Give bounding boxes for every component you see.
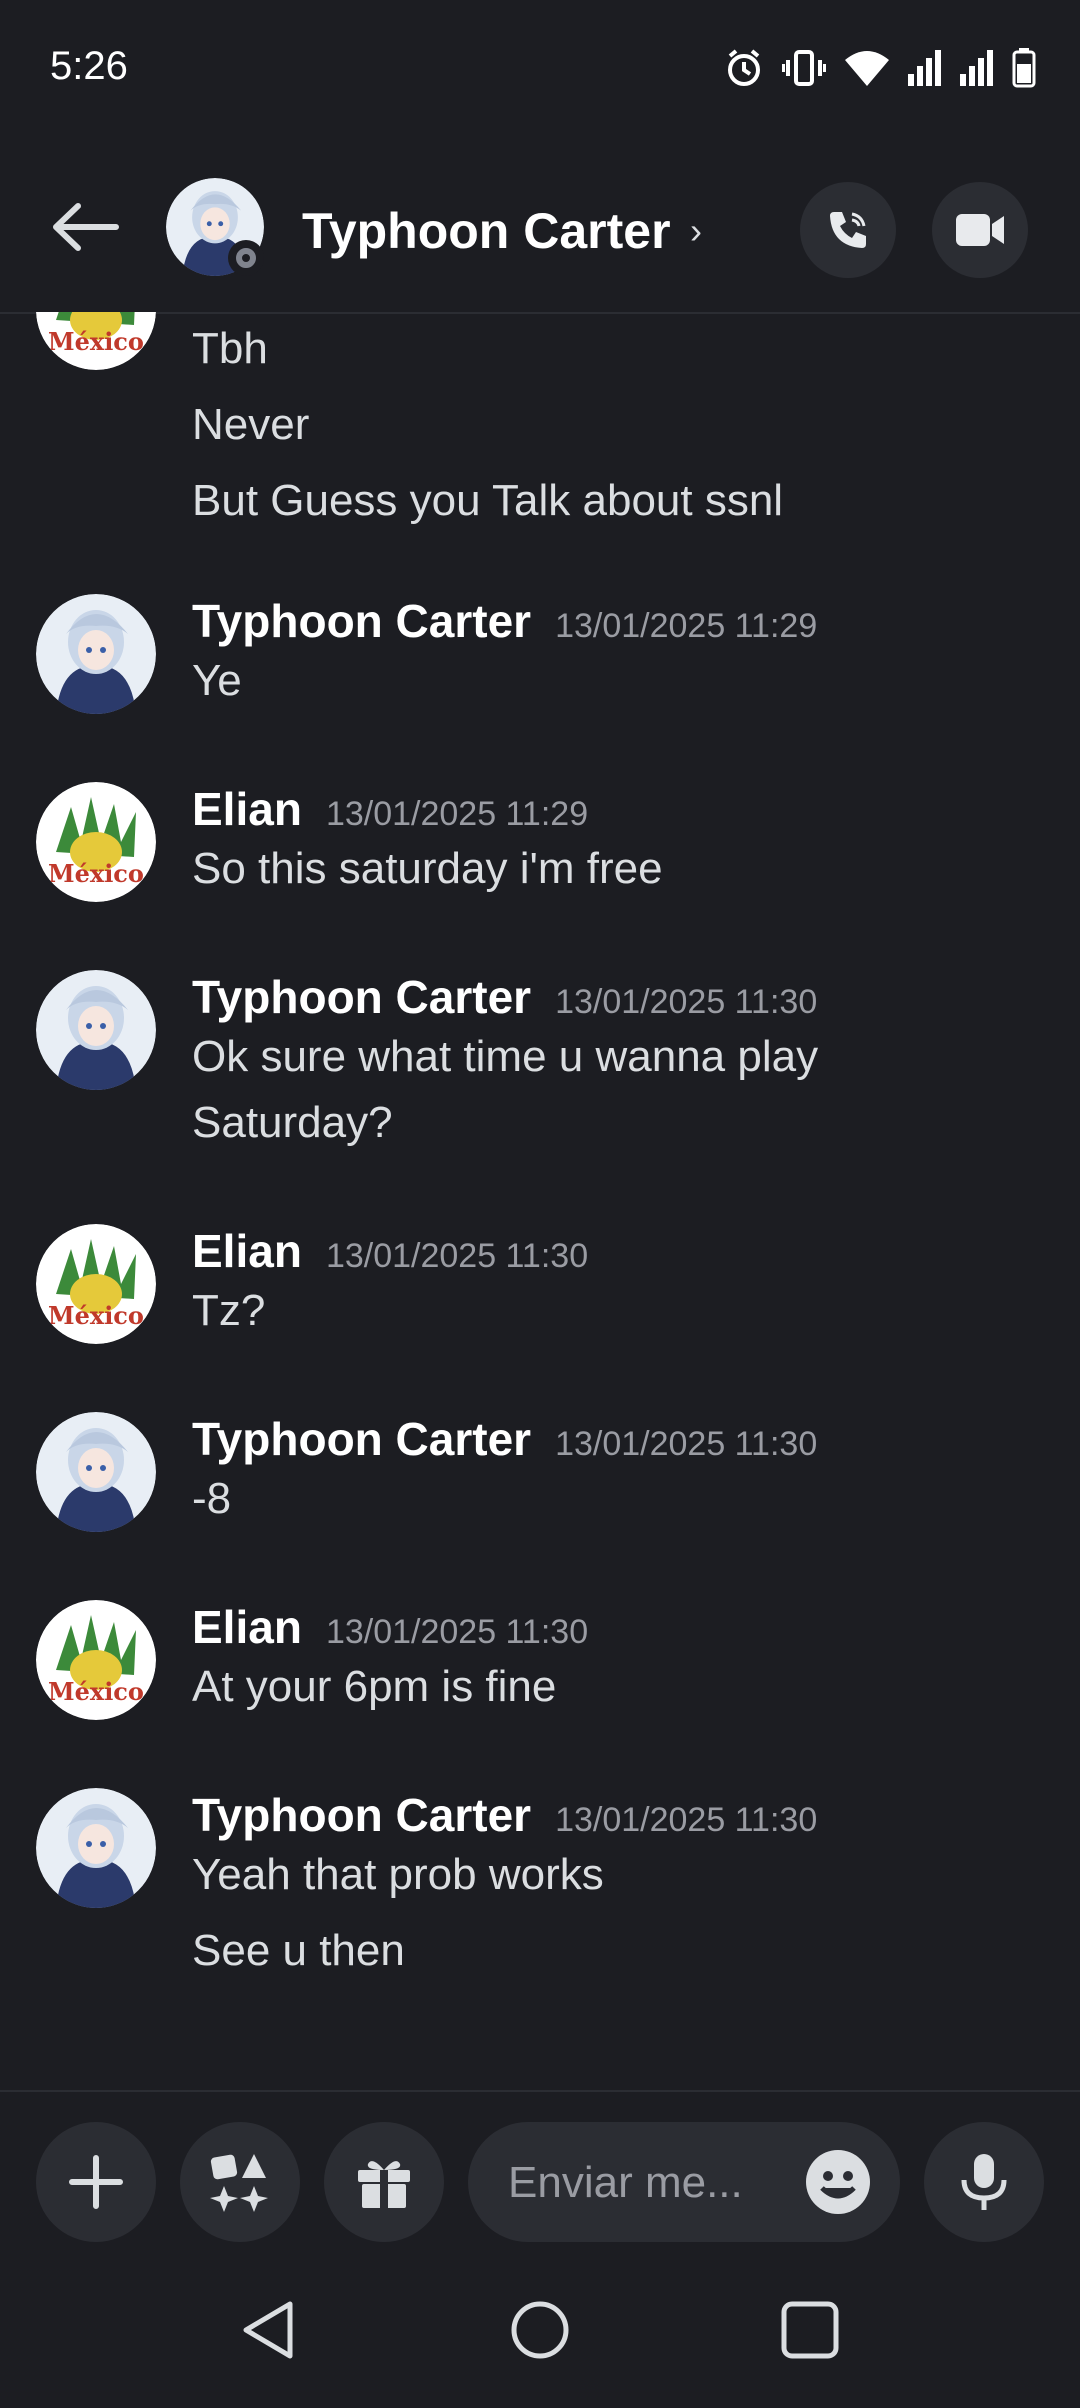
smiley-icon — [820, 2171, 856, 2199]
apps-button[interactable] — [180, 2122, 300, 2242]
wifi-icon — [845, 51, 889, 86]
message-timestamp: 13/01/2025 11:30 — [325, 1237, 589, 1275]
avatar[interactable] — [36, 1412, 156, 1532]
svg-text:México: México — [48, 1301, 144, 1330]
message-text: Yeah that prob works — [192, 1850, 604, 1899]
back-arrow-icon[interactable] — [50, 202, 120, 252]
mexico-avatar-image: México — [36, 312, 156, 370]
anime-avatar-image — [36, 1412, 156, 1532]
mexico-avatar-image: México — [36, 1600, 156, 1720]
message-timestamp: 13/01/2025 11:30 — [555, 983, 818, 1021]
message-author[interactable]: Typhoon Carter 13/01/2025 11:30 — [192, 1412, 817, 1466]
avatar[interactable]: México — [36, 312, 156, 370]
status-bar: 5:26 — [0, 0, 1080, 140]
svg-text:México: México — [48, 1677, 144, 1706]
mexico-avatar-image: México — [36, 1224, 156, 1344]
message-input-placeholder: Enviar me... — [508, 2158, 743, 2207]
avatar[interactable] — [36, 594, 156, 714]
anime-avatar-image — [36, 1788, 156, 1908]
chevron-right-icon[interactable]: › — [690, 210, 702, 252]
message-timestamp: 13/01/2025 11:30 — [325, 1613, 589, 1651]
message-input[interactable]: Enviar me... — [468, 2122, 900, 2242]
svg-text:México: México — [48, 859, 144, 888]
avatar[interactable]: México — [36, 782, 156, 902]
avatar[interactable]: México — [36, 1224, 156, 1344]
message-text: See u then — [192, 1926, 405, 1975]
gift-button[interactable] — [324, 2122, 444, 2242]
plus-icon — [69, 2155, 123, 2209]
message-text: But Guess you Talk about ssnl — [192, 476, 784, 525]
signal-icon-2 — [960, 50, 993, 86]
video-camera-icon — [956, 214, 1004, 246]
emoji-button[interactable] — [806, 2150, 870, 2214]
status-time: 5:26 — [50, 44, 128, 88]
nav-recents-icon[interactable] — [778, 2298, 842, 2362]
avatar[interactable]: México — [36, 1600, 156, 1720]
voice-message-button[interactable] — [924, 2122, 1044, 2242]
message-author[interactable]: Typhoon Carter 13/01/2025 11:30 — [192, 970, 817, 1024]
status-icons — [724, 48, 1036, 88]
presence-indicator — [228, 240, 264, 276]
mexico-avatar-image: México — [36, 782, 156, 902]
avatar[interactable] — [36, 970, 156, 1090]
vibrate-icon — [782, 50, 826, 86]
nav-back-icon[interactable] — [238, 2298, 298, 2362]
message-text: Ok sure what time u wanna play — [192, 1032, 819, 1081]
alarm-icon — [728, 49, 760, 86]
message-author[interactable]: Elian 13/01/2025 11:30 — [192, 1224, 588, 1278]
message-author[interactable]: Typhoon Carter 13/01/2025 11:30 — [192, 1788, 817, 1842]
add-attachment-button[interactable] — [36, 2122, 156, 2242]
message-composer: Enviar me... — [0, 2090, 1080, 2252]
message-text: At your 6pm is fine — [192, 1662, 557, 1711]
avatar[interactable] — [36, 1788, 156, 1908]
system-navigation-bar — [0, 2250, 1080, 2408]
message-text: Never — [192, 400, 310, 449]
message-timestamp: 13/01/2025 11:30 — [555, 1801, 818, 1839]
voice-call-button[interactable] — [800, 182, 896, 278]
microphone-icon — [961, 2154, 1007, 2210]
contact-name[interactable]: Typhoon Carter — [302, 202, 671, 260]
video-call-button[interactable] — [932, 182, 1028, 278]
anime-avatar-image — [36, 594, 156, 714]
message-text: Tz? — [192, 1286, 266, 1335]
svg-text:México: México — [48, 327, 144, 356]
message-feed[interactable]: México Tbh Never But Guess you Talk abou… — [0, 312, 1080, 2090]
nav-home-icon[interactable] — [508, 2298, 572, 2362]
message-timestamp: 13/01/2025 11:29 — [555, 607, 818, 645]
gift-icon — [358, 2161, 410, 2208]
battery-icon — [1012, 48, 1036, 88]
message-author[interactable]: Typhoon Carter 13/01/2025 11:29 — [192, 594, 817, 648]
phone-icon — [830, 212, 866, 248]
chat-header: Typhoon Carter › — [0, 140, 1080, 314]
signal-icon — [908, 50, 941, 86]
message-author[interactable]: Elian 13/01/2025 11:30 — [192, 1600, 588, 1654]
message-timestamp: 13/01/2025 11:30 — [555, 1425, 818, 1463]
apps-icon — [210, 2154, 268, 2212]
message-text: Tbh — [192, 324, 268, 373]
message-text: -8 — [192, 1474, 232, 1523]
anime-avatar-image — [36, 970, 156, 1090]
message-text: Saturday? — [192, 1098, 393, 1147]
message-text: Ye — [192, 656, 242, 705]
message-timestamp: 13/01/2025 11:29 — [325, 795, 589, 833]
message-text: So this saturday i'm free — [192, 844, 663, 893]
message-author[interactable]: Elian 13/01/2025 11:29 — [192, 782, 588, 836]
